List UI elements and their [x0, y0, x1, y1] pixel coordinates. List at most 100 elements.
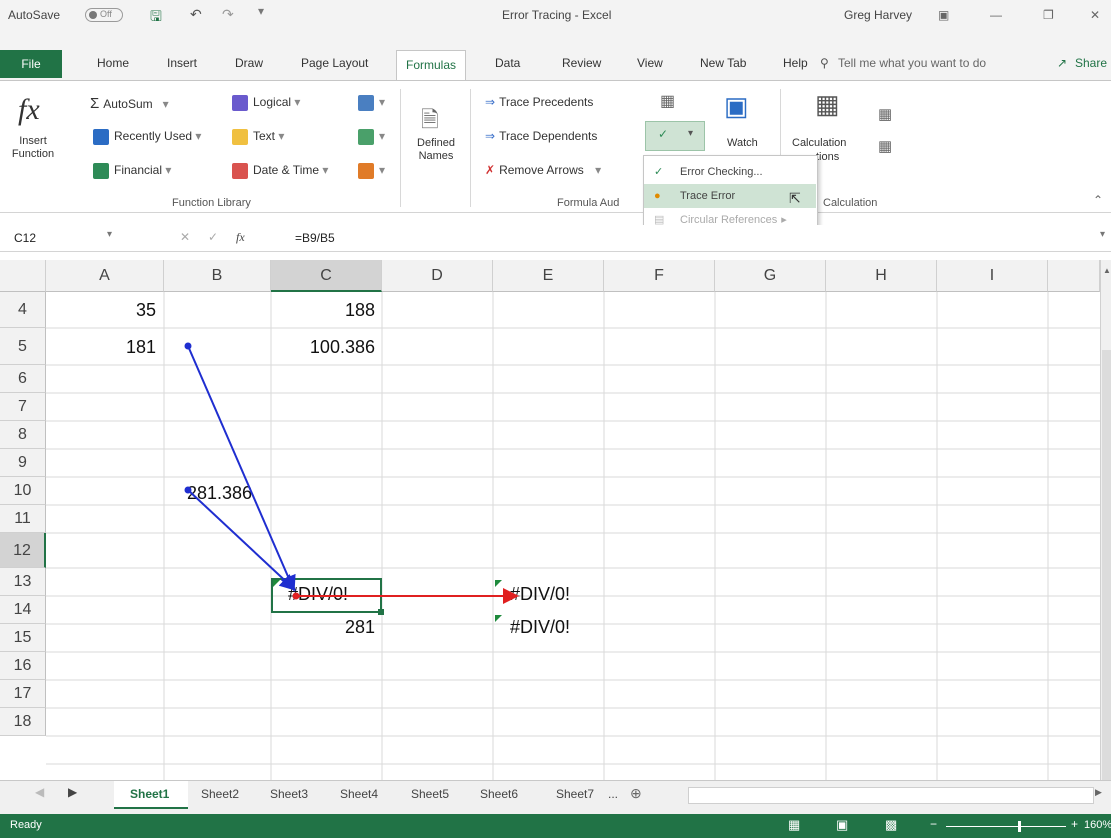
text-button[interactable]: Text ▾: [232, 129, 284, 145]
menu-item-error-checking[interactable]: ✓ Error Checking...: [644, 160, 816, 184]
scroll-tabs-right-icon[interactable]: ▶: [68, 785, 77, 799]
new-sheet-icon[interactable]: ⊕: [630, 785, 642, 802]
zoom-in-icon[interactable]: +: [1071, 817, 1078, 831]
tab-page-layout[interactable]: Page Layout: [301, 56, 368, 70]
share-button[interactable]: Share: [1075, 56, 1107, 70]
recently-used-icon: [93, 129, 109, 145]
remove-arrows-button[interactable]: ✗ Remove Arrows ▾: [485, 163, 601, 177]
tab-formulas[interactable]: Formulas: [396, 50, 466, 82]
precedent-arrow-b5-origin: [184, 342, 192, 350]
vertical-scrollbar-track[interactable]: ▲: [1100, 260, 1111, 790]
lookup-reference-button[interactable]: ▾: [358, 95, 385, 111]
scroll-tabs-left-icon[interactable]: ◀: [35, 785, 44, 799]
page-layout-view-icon[interactable]: ▣: [836, 817, 848, 833]
date-time-button[interactable]: Date & Time ▾: [232, 163, 328, 179]
sheet-tab-sheet1[interactable]: Sheet1: [114, 781, 188, 809]
normal-view-icon[interactable]: ▦: [788, 817, 800, 833]
zoom-out-icon[interactable]: −: [930, 817, 937, 831]
formula-input[interactable]: =B9/B5: [295, 231, 335, 245]
group-divider: [470, 89, 471, 207]
undo-icon[interactable]: ↶: [190, 6, 202, 23]
recently-used-label: Recently Used: [114, 129, 193, 144]
tab-help[interactable]: Help: [783, 56, 808, 70]
calculation-options-icon[interactable]: ▦: [815, 89, 840, 120]
expand-formula-bar-icon[interactable]: ▾: [1100, 229, 1105, 240]
cancel-icon[interactable]: ✕: [180, 230, 190, 244]
scroll-up-icon[interactable]: ▲: [1103, 266, 1111, 275]
ribbon-formulas: fx Insert Function Σ AutoSum ▾ Recently Us…: [0, 80, 1111, 213]
formula-bar: C12 ▾ ✕ ✓ fx =B9/B5 ▾: [0, 225, 1111, 252]
share-icon[interactable]: ↗: [1057, 56, 1067, 70]
chevron-down-icon: ▾: [165, 163, 172, 178]
autosave-toggle[interactable]: Off: [85, 8, 123, 22]
zoom-level[interactable]: 160%: [1084, 819, 1111, 831]
save-icon[interactable]: 🖫: [150, 6, 162, 30]
redo-icon[interactable]: ↷: [222, 6, 234, 23]
page-break-preview-icon[interactable]: ▩: [885, 817, 897, 833]
remove-arrows-icon: ✗: [485, 163, 496, 177]
menu-item-trace-error[interactable]: ● Trace Error ⇱: [644, 184, 816, 208]
quick-access-customize-icon[interactable]: ▾: [258, 4, 264, 18]
calculate-now-icon[interactable]: ▦: [878, 105, 892, 123]
close-icon[interactable]: ✕: [1090, 8, 1100, 22]
logical-button[interactable]: Logical ▾: [232, 95, 300, 111]
sheet-tab-sheet4[interactable]: Sheet4: [340, 787, 378, 801]
worksheet-grid[interactable]: A B C D E F G H I 4 5 6 7 8 9 10 11 12 1…: [0, 260, 1111, 780]
zoom-slider[interactable]: [946, 826, 1066, 827]
more-functions-button[interactable]: ▾: [358, 163, 385, 179]
financial-button[interactable]: Financial ▾: [93, 163, 171, 179]
trace-precedents-button[interactable]: ⇒ Trace Precedents: [485, 95, 593, 109]
enter-icon[interactable]: ✓: [208, 230, 218, 244]
tab-file[interactable]: File: [0, 50, 62, 78]
autosave-label: AutoSave: [8, 8, 61, 22]
precedent-arrow-b9-origin: [184, 486, 192, 494]
watch-window-button[interactable]: Watch: [727, 137, 758, 149]
ribbon-display-icon[interactable]: ▣: [938, 8, 949, 22]
insert-function-button[interactable]: Insert Function: [10, 135, 56, 161]
sheet-tab-sheet5[interactable]: Sheet5: [411, 787, 449, 801]
scroll-right-icon[interactable]: ▶: [1095, 787, 1102, 798]
trace-dependents-button[interactable]: ⇒ Trace Dependents: [485, 129, 597, 143]
insert-function-icon[interactable]: fx: [18, 93, 40, 127]
tab-data[interactable]: Data: [495, 56, 520, 70]
chevron-down-icon: ▾: [278, 129, 285, 144]
tell-me-input[interactable]: Tell me what you want to do: [838, 56, 986, 70]
minimize-icon[interactable]: —: [990, 8, 1002, 22]
watch-window-icon[interactable]: ▣: [724, 91, 749, 122]
vertical-scroll-thumb[interactable]: [1102, 350, 1111, 790]
restore-icon[interactable]: ❐: [1043, 8, 1054, 22]
tab-draw[interactable]: Draw: [235, 56, 263, 70]
user-name[interactable]: Greg Harvey: [844, 8, 912, 22]
defined-names-icon[interactable]: 🗎: [421, 103, 439, 141]
error-checking-icon: ✓: [654, 166, 664, 178]
tab-home[interactable]: Home: [97, 56, 129, 70]
error-checking-split-button[interactable]: ✓ ▾: [645, 121, 705, 151]
sheet-tab-sheet3[interactable]: Sheet3: [270, 787, 308, 801]
sheet-tab-sheet7[interactable]: Sheet7: [556, 787, 594, 801]
chevron-down-icon: ▾: [379, 163, 386, 178]
calculate-sheet-icon[interactable]: ▦: [878, 137, 892, 155]
defined-names-button[interactable]: Defined Names: [412, 137, 460, 163]
name-box-dropdown-icon[interactable]: ▾: [107, 229, 112, 240]
tab-view[interactable]: View: [637, 56, 663, 70]
zoom-slider-thumb[interactable]: [1018, 821, 1021, 832]
logical-label: Logical: [253, 95, 292, 110]
formula-auditing-group-label: Formula Aud: [557, 197, 620, 209]
sheet-tab-sheet6[interactable]: Sheet6: [480, 787, 518, 801]
horizontal-scrollbar[interactable]: [688, 787, 1094, 804]
show-formulas-icon[interactable]: ▦: [660, 91, 675, 111]
autosum-button[interactable]: Σ AutoSum ▾: [90, 95, 169, 112]
more-sheets-ellipsis[interactable]: ...: [608, 787, 618, 801]
tab-review[interactable]: Review: [562, 56, 601, 70]
collapse-ribbon-icon[interactable]: ⌃: [1093, 193, 1103, 207]
tab-new-tab[interactable]: New Tab: [700, 56, 746, 70]
tell-me-search-icon[interactable]: ⚲: [820, 56, 829, 70]
insert-function-icon[interactable]: fx: [236, 230, 245, 245]
recently-used-button[interactable]: Recently Used ▾: [93, 129, 201, 145]
math-trig-button[interactable]: ▾: [358, 129, 385, 145]
sheet-tab-sheet2[interactable]: Sheet2: [201, 787, 239, 801]
calculation-options-button-line2[interactable]: tions: [816, 151, 839, 163]
calculation-options-button[interactable]: Calculation: [792, 137, 846, 149]
name-box[interactable]: C12: [14, 231, 36, 245]
tab-insert[interactable]: Insert: [167, 56, 197, 70]
